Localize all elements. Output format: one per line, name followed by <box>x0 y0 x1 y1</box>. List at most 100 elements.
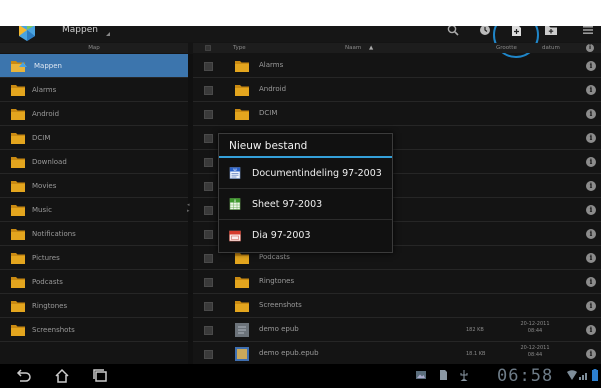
sidebar-item-pictures[interactable]: Pictures <box>0 246 188 270</box>
info-icon[interactable]: i <box>586 229 596 239</box>
folder-icon <box>235 85 249 96</box>
info-icon[interactable]: i <box>586 277 596 287</box>
dialog-option-label: Dia 97-2003 <box>252 230 311 241</box>
size-column-header[interactable]: Grootte <box>496 43 517 53</box>
sidebar-item-label: Mappen <box>34 61 62 70</box>
svg-text:W: W <box>233 168 237 172</box>
sidebar-item-dcim[interactable]: DCIM <box>0 126 188 150</box>
file-row[interactable]: Android i <box>193 78 601 102</box>
header-info-icon[interactable]: i <box>586 44 594 52</box>
new-folder-icon[interactable] <box>543 26 559 38</box>
folder-icon <box>11 156 25 168</box>
app-title[interactable]: Mappen <box>62 26 98 35</box>
name-column-header[interactable]: Naam <box>345 43 361 53</box>
info-icon[interactable]: i <box>586 85 596 95</box>
dialog-option-document[interactable]: W Documentindeling 97-2003 <box>219 158 392 189</box>
app-logo-icon[interactable] <box>16 26 38 42</box>
info-icon[interactable]: i <box>586 133 596 143</box>
sidebar-item-label: Alarms <box>32 85 57 94</box>
select-checkbox[interactable] <box>204 86 213 95</box>
menu-icon[interactable] <box>580 26 596 38</box>
folder-icon <box>11 300 25 312</box>
file-notification-icon[interactable] <box>437 369 449 381</box>
info-icon[interactable]: i <box>586 109 596 119</box>
sidebar-item-label: Ringtones <box>32 301 68 310</box>
sidebar-item-screenshots[interactable]: Screenshots <box>0 318 188 342</box>
sidebar-item-music[interactable]: Music <box>0 198 188 222</box>
select-checkbox[interactable] <box>204 278 213 287</box>
back-icon[interactable] <box>14 367 32 385</box>
select-checkbox[interactable] <box>204 350 213 359</box>
folder-icon <box>11 204 25 216</box>
info-icon[interactable]: i <box>586 325 596 335</box>
folders-root-icon <box>11 60 27 72</box>
folder-icon <box>11 108 25 120</box>
sidebar-item-ringtones[interactable]: Ringtones <box>0 294 188 318</box>
file-row[interactable]: DCIM i <box>193 102 601 126</box>
home-icon[interactable] <box>53 367 71 385</box>
clock[interactable]: 06:58 <box>497 366 553 386</box>
select-checkbox[interactable] <box>204 230 213 239</box>
select-checkbox[interactable] <box>204 182 213 191</box>
recent-clock-icon[interactable] <box>477 26 493 38</box>
sidebar-item-alarms[interactable]: Alarms <box>0 78 188 102</box>
select-checkbox[interactable] <box>204 110 213 119</box>
usb-notification-icon[interactable] <box>458 369 470 381</box>
folder-tree: Mappen Alarms Android DCIM Download Movies Mus… <box>0 54 188 342</box>
dialog-title: Nieuw bestand <box>219 134 392 158</box>
select-checkbox[interactable] <box>204 254 213 263</box>
info-icon[interactable]: i <box>586 205 596 215</box>
battery-icon <box>592 369 598 381</box>
word-doc-icon: W <box>229 167 241 179</box>
type-column-header[interactable]: Type <box>233 43 246 53</box>
sidebar-item-label: Android <box>32 109 60 118</box>
select-checkbox[interactable] <box>204 302 213 311</box>
sidebar-item-notifications[interactable]: Notifications <box>0 222 188 246</box>
sidebar-item-download[interactable]: Download <box>0 150 188 174</box>
sidebar-item-podcasts[interactable]: Podcasts <box>0 270 188 294</box>
file-size: 182 KB <box>466 327 484 333</box>
spreadsheet-icon: X <box>229 198 241 210</box>
folder-icon <box>11 276 25 288</box>
select-checkbox[interactable] <box>204 158 213 167</box>
file-name: Screenshots <box>259 301 302 309</box>
file-date: 20-12-2011 08:44 <box>517 345 553 359</box>
sidebar-item-mappen[interactable]: Mappen <box>0 54 188 78</box>
search-icon[interactable] <box>445 26 461 38</box>
info-icon[interactable]: i <box>586 61 596 71</box>
date-column-header[interactable]: datum <box>542 43 560 53</box>
file-row[interactable]: Alarms i <box>193 54 601 78</box>
sidebar-item-label: Notifications <box>32 229 76 238</box>
select-checkbox[interactable] <box>204 134 213 143</box>
info-icon[interactable]: i <box>586 157 596 167</box>
file-size: 18.1 KB <box>466 351 486 357</box>
title-dropdown-caret[interactable] <box>106 32 110 36</box>
select-checkbox[interactable] <box>204 326 213 335</box>
dialog-option-slides[interactable]: Dia 97-2003 <box>219 220 392 251</box>
recent-apps-icon[interactable] <box>91 367 109 385</box>
folder-icon <box>11 132 25 144</box>
sidebar-item-label: Music <box>32 205 52 214</box>
sidebar-item-movies[interactable]: Movies <box>0 174 188 198</box>
gallery-notification-icon[interactable] <box>415 369 427 381</box>
info-icon[interactable]: i <box>586 253 596 263</box>
file-row[interactable]: demo epub.epub 18.1 KB 20-12-2011 08:44 i <box>193 342 601 366</box>
screen: Mappen Map Type Naam ▲ Grootte datum i M… <box>0 26 601 388</box>
file-row[interactable]: Screenshots i <box>193 294 601 318</box>
sidebar-item-android[interactable]: Android <box>0 102 188 126</box>
folder-icon <box>235 61 249 72</box>
dialog-option-sheet[interactable]: X Sheet 97-2003 <box>219 189 392 220</box>
document-icon <box>235 323 249 337</box>
sidebar-item-label: Download <box>32 157 67 166</box>
file-name: Ringtones <box>259 277 295 285</box>
select-checkbox[interactable] <box>204 206 213 215</box>
select-checkbox[interactable] <box>204 62 213 71</box>
info-icon[interactable]: i <box>586 301 596 311</box>
info-icon[interactable]: i <box>586 181 596 191</box>
file-row[interactable]: Ringtones i <box>193 270 601 294</box>
file-row[interactable]: demo epub 182 KB 20-12-2011 08:44 i <box>193 318 601 342</box>
sidebar-item-label: DCIM <box>32 133 51 142</box>
info-icon[interactable]: i <box>586 349 596 359</box>
folder-icon <box>11 84 25 96</box>
sidebar-item-label: Screenshots <box>32 325 75 334</box>
